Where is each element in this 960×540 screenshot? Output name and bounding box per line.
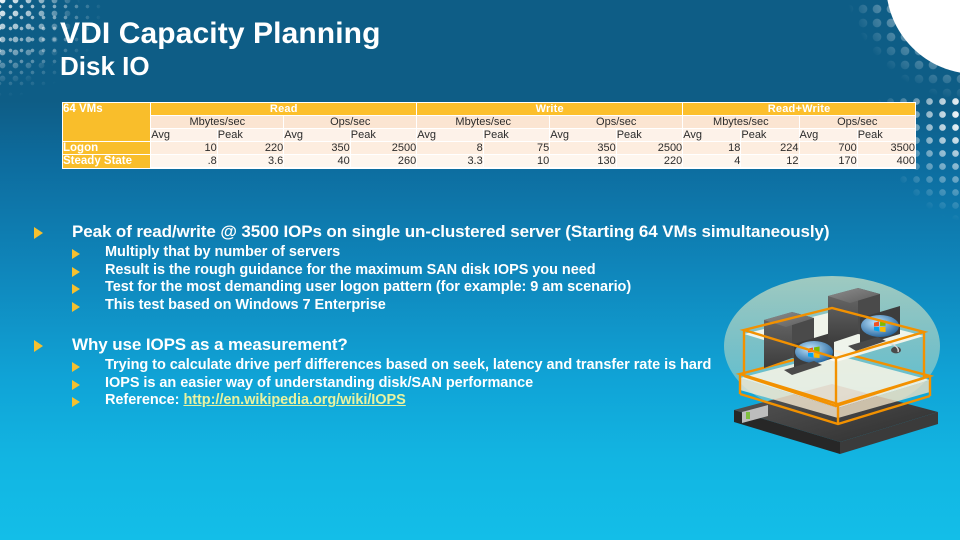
subheader-11: Peak <box>856 128 917 142</box>
unit-header-rw-ops: Ops/sec <box>798 115 917 129</box>
cell-steady-0: .8 <box>150 154 218 168</box>
bullet-triangle-icon <box>72 397 80 408</box>
slide-canvas: VDI Capacity Planning Disk IO 64 VMs Rea… <box>0 0 960 540</box>
filler-cell <box>150 167 285 169</box>
subheader-0: Avg <box>150 128 218 142</box>
unit-header-write-ops: Ops/sec <box>549 115 684 129</box>
filler-cell <box>682 167 800 169</box>
bullet-text: Trying to calculate drive perf differenc… <box>105 356 712 373</box>
row-label-steady-state: Steady State <box>61 154 152 169</box>
group-header-readwrite: Read+Write <box>682 102 916 116</box>
reference-label: Reference: <box>105 392 184 409</box>
subheader-3: Peak <box>349 128 418 142</box>
bullet-text: Result is the rough guidance for the max… <box>105 261 596 278</box>
subheader-8: Avg <box>682 128 742 142</box>
cell-logon-4: 8 <box>416 141 484 155</box>
unit-header-read-mb: Mbytes/sec <box>150 115 285 129</box>
table-row-filler <box>63 167 917 169</box>
row-label-logon: Logon <box>61 141 152 155</box>
table-row-group-header: 64 VMs Read Write Read+Write <box>61 102 916 142</box>
disk-io-table: 64 VMs Read Write Read+Write Mbytes/sec … <box>61 102 917 169</box>
group-header-read: Read <box>150 102 418 116</box>
cell-steady-9: 12 <box>740 154 800 168</box>
cell-logon-6: 350 <box>549 141 617 155</box>
cell-steady-6: 130 <box>549 154 617 168</box>
bullet-text: Peak of read/write @ 3500 IOPs on single… <box>72 222 830 241</box>
bullet-text: Reference: http://en.wikipedia.org/wiki/… <box>105 392 406 409</box>
bullet-text: Why use IOPS as a measurement? <box>72 334 348 354</box>
cell-steady-1: 3.6 <box>216 154 285 168</box>
table-row: Steady State .8 3.6 40 260 3.3 10 130 22… <box>61 154 917 169</box>
bullet-text: IOPS is an easier way of understanding d… <box>105 374 534 391</box>
cell-logon-0: 10 <box>150 141 218 155</box>
group-header-write: Write <box>416 102 684 116</box>
cell-logon-8: 18 <box>682 141 742 155</box>
bullet-triangle-icon <box>72 361 80 372</box>
bullet-text: This test based on Windows 7 Enterprise <box>105 297 386 314</box>
subheader-1: Peak <box>216 128 285 142</box>
table-row: Logon 10 220 350 2500 8 75 350 2500 18 2… <box>61 141 917 155</box>
unit-header-read-ops: Ops/sec <box>283 115 418 129</box>
table-corner-label: 64 VMs <box>61 102 152 142</box>
wikipedia-iops-link[interactable]: http://en.wikipedia.org/wiki/IOPS <box>183 392 405 408</box>
cell-steady-2: 40 <box>283 154 351 168</box>
virtual-machines-illustration <box>716 262 960 454</box>
title-block: VDI Capacity Planning Disk IO <box>60 17 381 82</box>
subheader-9: Peak <box>740 128 800 142</box>
cell-logon-3: 2500 <box>349 141 418 155</box>
unit-header-write-mb: Mbytes/sec <box>416 115 551 129</box>
bullet-triangle-icon <box>72 266 80 277</box>
bullet-level2-multiply: Multiply that by number of servers <box>0 244 960 261</box>
filler-cell <box>798 167 917 169</box>
disk-io-table-wrapper: 64 VMs Read Write Read+Write Mbytes/sec … <box>61 102 917 169</box>
bullet-triangle-icon <box>72 284 80 295</box>
bullet-triangle-icon <box>72 302 80 313</box>
cell-logon-11: 3500 <box>856 141 917 155</box>
subheader-6: Avg <box>549 128 617 142</box>
filler-cell <box>416 167 551 169</box>
cell-steady-7: 220 <box>615 154 684 168</box>
filler-cell <box>283 167 418 169</box>
cell-steady-10: 170 <box>798 154 858 168</box>
halftone-solid-top-right <box>886 0 960 74</box>
bullet-text: Test for the most demanding user logon p… <box>105 279 632 296</box>
cell-logon-1: 220 <box>216 141 285 155</box>
table-row-unit-header: Mbytes/sec Ops/sec Mbytes/sec Ops/sec Mb… <box>63 115 917 129</box>
subheader-7: Peak <box>615 128 684 142</box>
subheader-10: Avg <box>798 128 858 142</box>
bullet-triangle-icon <box>34 339 43 352</box>
subheader-4: Avg <box>416 128 484 142</box>
bullet-level1-peak: Peak of read/write @ 3500 IOPs on single… <box>0 222 960 242</box>
subheader-5: Peak <box>482 128 551 142</box>
bullet-text: Multiply that by number of servers <box>105 243 341 260</box>
bullet-triangle-icon <box>72 379 80 390</box>
cell-steady-4: 3.3 <box>416 154 484 168</box>
bullet-triangle-icon <box>72 248 80 259</box>
cell-steady-8: 4 <box>682 154 742 168</box>
vm-server-svg <box>724 276 940 454</box>
page-title: VDI Capacity Planning <box>60 17 381 50</box>
cell-steady-3: 260 <box>349 154 418 168</box>
bullet-triangle-icon <box>34 227 43 239</box>
cell-logon-9: 224 <box>740 141 800 155</box>
filler-cell <box>549 167 684 169</box>
subheader-2: Avg <box>283 128 351 142</box>
table-row-sub-header: Avg Peak Avg Peak Avg Peak Avg Peak Avg … <box>63 128 917 142</box>
unit-header-rw-mb: Mbytes/sec <box>682 115 800 129</box>
cell-steady-5: 10 <box>482 154 551 168</box>
page-subtitle: Disk IO <box>60 51 150 82</box>
cell-logon-2: 350 <box>283 141 351 155</box>
cell-steady-11: 400 <box>856 154 917 168</box>
cell-logon-5: 75 <box>482 141 551 155</box>
cell-logon-10: 700 <box>798 141 858 155</box>
cell-logon-7: 2500 <box>615 141 684 155</box>
